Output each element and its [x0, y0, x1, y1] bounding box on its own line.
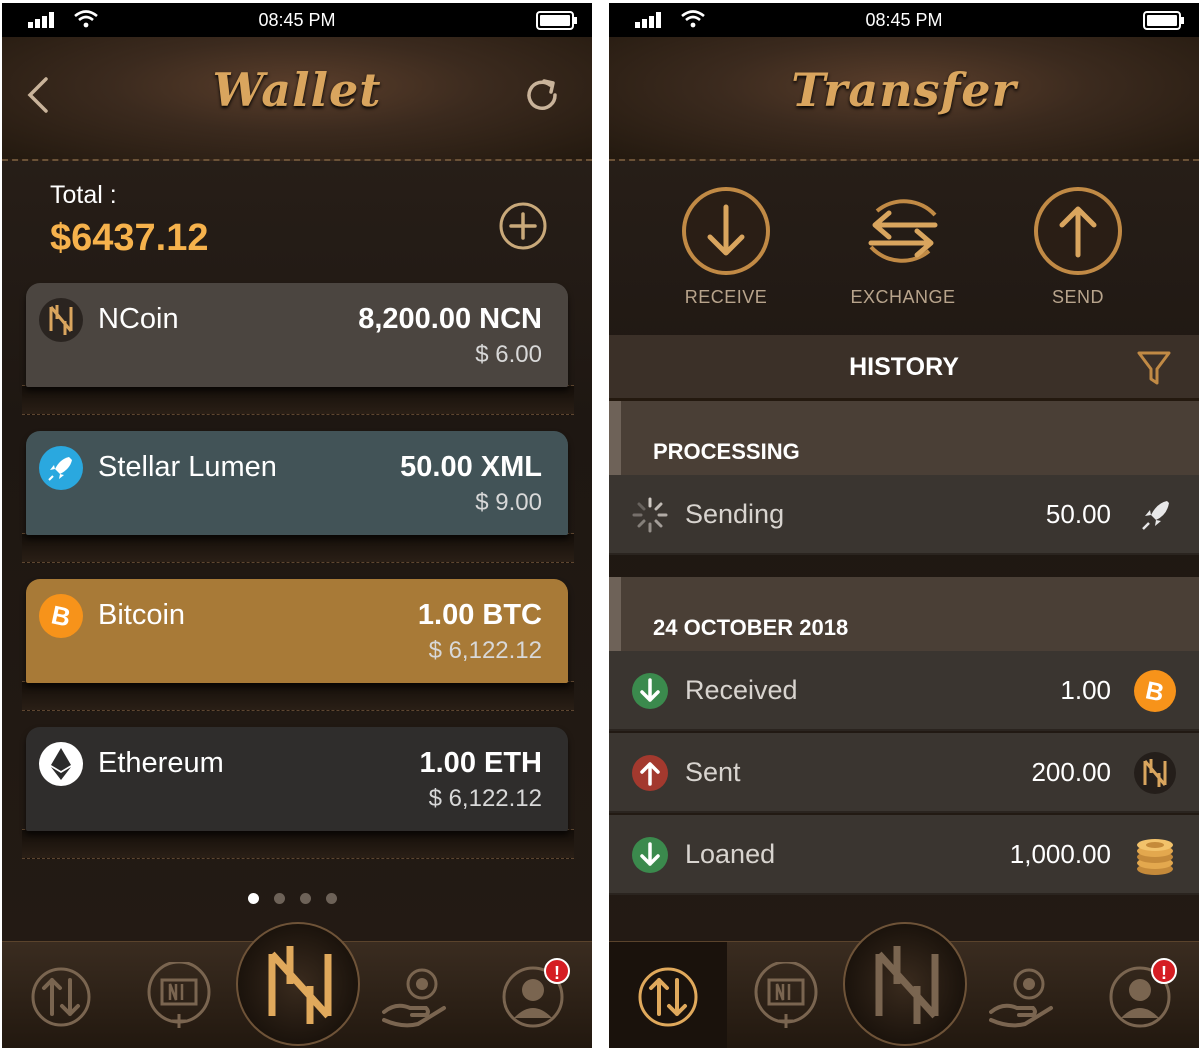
total-value: $6437.12	[50, 217, 209, 259]
arrow-down-green-icon	[632, 673, 668, 709]
card-usd-value: $ 6,122.12	[428, 785, 542, 812]
card-slot	[22, 681, 574, 711]
ncoin-logo-icon	[875, 946, 939, 1024]
add-wallet-tab-icon[interactable]	[753, 962, 819, 1032]
arrow-up-red-icon	[632, 755, 668, 791]
page-dot[interactable]	[326, 893, 337, 904]
card-coin-name: Stellar Lumen	[98, 451, 277, 483]
page-title: Wallet	[212, 63, 382, 117]
status-time: 08:45 PM	[865, 10, 943, 30]
card-usd-value: $ 9.00	[475, 489, 542, 516]
transfer-screen: 08:45 PM Transfer RECEIVE EXCHANGE SEND …	[609, 3, 1199, 1048]
ethereum-icon	[39, 742, 83, 786]
history-row-sending[interactable]: Sending 50.00	[609, 475, 1199, 555]
battery-icon	[536, 11, 577, 30]
page-title: Transfer	[791, 63, 1017, 117]
ncoin-home-tab[interactable]	[236, 922, 360, 1046]
card-usd-value: $ 6.00	[475, 341, 542, 368]
section-label: 24 OCTOBER 2018	[653, 615, 849, 640]
card-coin-name: Bitcoin	[98, 599, 186, 631]
filter-icon[interactable]	[1137, 349, 1171, 387]
history-title: HISTORY	[849, 353, 959, 381]
status-bar: 08:45 PM	[609, 3, 1199, 37]
arrow-down-green-icon	[632, 837, 668, 873]
send-button[interactable]: SEND	[1013, 185, 1143, 308]
card-coin-amount: 50.00 XML	[400, 451, 542, 483]
notification-badge: !	[1151, 958, 1177, 984]
status-time: 08:45 PM	[258, 10, 336, 30]
wallet-card-ncoin[interactable]: NCoin 8,200.00 NCN $ 6.00	[26, 283, 568, 387]
ncoin-icon	[39, 298, 83, 342]
coin-stack-icon	[1137, 839, 1173, 875]
card-coin-name: Ethereum	[98, 747, 224, 779]
card-slot	[22, 829, 574, 859]
exchange-arrows-icon	[868, 199, 938, 263]
action-label: SEND	[1051, 287, 1104, 307]
loan-hand-icon[interactable]	[989, 962, 1055, 1032]
date-header: 24 OCTOBER 2018	[609, 577, 1199, 651]
receive-button[interactable]: RECEIVE	[661, 185, 791, 308]
exchange-button[interactable]: EXCHANGE	[838, 185, 968, 308]
card-coin-amount: 1.00 ETH	[419, 747, 543, 779]
transfer-header: Transfer	[609, 37, 1199, 161]
spinner-icon	[632, 497, 668, 533]
card-coin-amount: 8,200.00 NCN	[358, 303, 542, 335]
bottom-tab-bar: !	[2, 922, 592, 1048]
arrow-down-circle-icon	[682, 187, 770, 275]
wallet-screen: 08:45 PM Wallet Total : $6437.12 NCoin 8…	[2, 3, 592, 1048]
row-amount: 1,000.00	[1009, 839, 1111, 869]
wallet-card-stellar[interactable]: Stellar Lumen 50.00 XML $ 9.00	[26, 431, 568, 535]
transfer-tab-icon[interactable]	[28, 962, 94, 1032]
ncoin-logo-icon	[268, 946, 332, 1024]
stellar-rocket-icon	[39, 446, 83, 490]
history-row-loaned[interactable]: Loaned 1,000.00	[609, 815, 1199, 895]
bitcoin-icon: B	[1134, 670, 1176, 712]
card-coin-amount: 1.00 BTC	[417, 599, 542, 631]
action-label: RECEIVE	[684, 287, 768, 307]
card-coin-name: NCoin	[98, 303, 179, 335]
arrow-up-circle-icon	[1034, 187, 1122, 275]
ncoin-icon	[1134, 752, 1176, 794]
page-dot[interactable]	[274, 893, 285, 904]
bottom-tab-bar: !	[609, 922, 1199, 1048]
battery-icon	[1143, 11, 1184, 30]
history-bar: HISTORY	[609, 335, 1199, 401]
action-label: EXCHANGE	[850, 287, 956, 307]
row-amount: 1.00	[1060, 675, 1111, 705]
row-amount: 50.00	[1045, 499, 1111, 529]
row-label: Loaned	[685, 839, 776, 869]
wallet-header: Wallet	[2, 37, 592, 161]
add-wallet-tab-icon[interactable]	[146, 962, 212, 1032]
row-label: Received	[685, 675, 798, 705]
section-label: PROCESSING	[653, 439, 800, 464]
card-usd-value: $ 6,122.12	[428, 637, 542, 664]
bitcoin-icon: B	[39, 594, 83, 638]
wallet-card-ethereum[interactable]: Ethereum 1.00 ETH $ 6,122.12	[26, 727, 568, 831]
total-label: Total :	[50, 181, 117, 209]
card-slot	[22, 533, 574, 563]
card-slot	[22, 385, 574, 415]
notification-badge: !	[544, 958, 570, 984]
page-dot-active[interactable]	[248, 893, 259, 904]
processing-header: PROCESSING	[609, 401, 1199, 475]
add-wallet-button[interactable]	[498, 201, 548, 251]
history-row-received[interactable]: Received 1.00 B	[609, 651, 1199, 731]
row-label: Sending	[685, 499, 785, 529]
stellar-rocket-icon	[1142, 501, 1169, 530]
row-amount: 200.00	[1031, 757, 1111, 787]
refresh-icon[interactable]	[522, 75, 562, 115]
loan-hand-icon[interactable]	[382, 962, 448, 1032]
ncoin-home-tab[interactable]	[843, 922, 967, 1046]
transfer-tab-icon[interactable]	[635, 962, 701, 1032]
history-row-sent[interactable]: Sent 200.00	[609, 733, 1199, 813]
page-dot[interactable]	[300, 893, 311, 904]
wallet-card-bitcoin[interactable]: B Bitcoin 1.00 BTC $ 6,122.12	[26, 579, 568, 683]
status-bar: 08:45 PM	[2, 3, 592, 37]
row-label: Sent	[685, 757, 741, 787]
